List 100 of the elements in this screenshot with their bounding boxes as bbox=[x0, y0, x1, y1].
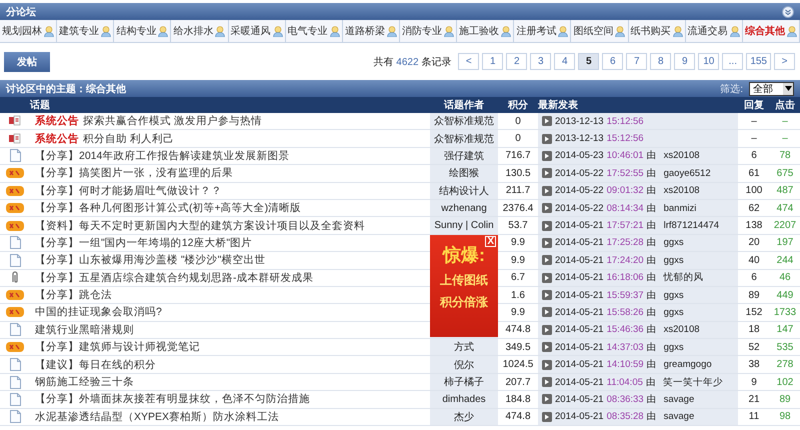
go-arrow-icon[interactable] bbox=[542, 134, 552, 144]
go-arrow-icon[interactable] bbox=[542, 168, 552, 178]
subforum-tab[interactable]: 图纸空间 bbox=[571, 20, 629, 42]
post-date: 2014-05-23 bbox=[555, 150, 604, 162]
go-arrow-icon[interactable] bbox=[542, 342, 552, 352]
page-link[interactable]: 6 bbox=[602, 53, 624, 70]
go-arrow-icon[interactable] bbox=[542, 272, 552, 283]
topic-link[interactable]: 水泥基渗透结晶型（XYPEX赛柏斯）防水涂料工法 bbox=[35, 410, 280, 424]
topic-link[interactable]: 【建议】每日在线的积分 bbox=[35, 358, 156, 372]
dropdown-arrow-icon bbox=[784, 86, 792, 91]
subforum-tab[interactable]: 施工验收 bbox=[457, 20, 514, 42]
subforum-tab[interactable]: 给水排水 bbox=[171, 20, 229, 42]
subforum-tab[interactable]: 电气专业 bbox=[286, 20, 343, 42]
go-arrow-icon[interactable] bbox=[542, 186, 552, 196]
page-link[interactable]: > bbox=[774, 53, 795, 70]
page-link[interactable]: 4 bbox=[554, 53, 576, 70]
topic-link[interactable]: 【分享】何时才能扬眉吐气做设计？？ bbox=[35, 184, 222, 198]
topic-link[interactable]: 【分享】一组"国内一年垮塌的12座大桥"图片 bbox=[35, 236, 252, 250]
topic-link[interactable]: 【分享】建筑师与设计师视觉笔记 bbox=[35, 340, 200, 354]
last-poster: ggxs bbox=[664, 254, 684, 266]
author-cell: 众智标准规范 bbox=[430, 113, 498, 130]
ad-text: 上传图纸 bbox=[440, 272, 488, 289]
go-arrow-icon[interactable] bbox=[542, 290, 552, 300]
topic-link[interactable]: 探索共赢合作模式 激发用户参与热情 bbox=[83, 114, 262, 128]
subforum-tab[interactable]: 结构专业 bbox=[114, 20, 172, 42]
reply-count: 20 bbox=[748, 237, 760, 248]
by-label: 由 bbox=[646, 288, 657, 302]
last-poster: xs20108 bbox=[664, 150, 700, 162]
topic-link[interactable]: 钢筋施工经验三十条 bbox=[35, 375, 134, 390]
subforum-tab[interactable]: 采暖通风 bbox=[228, 20, 286, 42]
go-arrow-icon[interactable] bbox=[542, 324, 552, 335]
page-link[interactable]: 155 bbox=[746, 53, 771, 70]
score-value: 474.8 bbox=[505, 411, 531, 422]
click-count: 78 bbox=[779, 150, 791, 162]
topic-link[interactable]: 建筑行业黑暗潜规则 bbox=[35, 322, 134, 337]
post-date: 2014-05-21 bbox=[555, 324, 604, 336]
page-link[interactable]: 3 bbox=[530, 53, 552, 70]
topic-link[interactable]: 【分享】搞笑图片一张，没有监理的后果 bbox=[35, 166, 233, 180]
topic-link[interactable]: 【分享】外墙面抹灰接茬有明显抹纹，色泽不匀防治措施 bbox=[35, 392, 310, 406]
topic-link[interactable]: 中国的挂证现象会取消吗? bbox=[35, 305, 162, 320]
go-arrow-icon[interactable] bbox=[542, 412, 552, 422]
filter-select[interactable]: 全部 bbox=[749, 82, 794, 96]
score-value: 207.7 bbox=[505, 376, 531, 388]
subforum-tab[interactable]: 消防专业 bbox=[400, 20, 458, 42]
subforum-tab[interactable]: 规划园林 bbox=[0, 20, 58, 42]
topic-link[interactable]: 积分自助 利人利己 bbox=[83, 132, 174, 146]
page-link[interactable]: 9 bbox=[674, 53, 696, 70]
topic-link[interactable]: 【资料】每天不定时更新国内大型的建筑方案设计项目以及全套资料 bbox=[35, 218, 365, 233]
page-link[interactable]: 10 bbox=[698, 53, 720, 70]
post-time: 14:37:03 bbox=[606, 342, 644, 353]
subforum-tab[interactable]: 纸书购买 bbox=[628, 20, 686, 42]
post-button[interactable]: 发帖 bbox=[4, 52, 50, 72]
go-arrow-icon[interactable] bbox=[542, 150, 552, 161]
topic-link[interactable]: 【分享】各种几何图形计算公式(初等+高等大全)清晰版 bbox=[35, 201, 302, 216]
go-arrow-icon[interactable] bbox=[542, 394, 552, 404]
go-arrow-icon[interactable] bbox=[542, 360, 552, 370]
go-arrow-icon[interactable] bbox=[542, 255, 552, 266]
score-value: 211.7 bbox=[506, 185, 530, 196]
last-poster: banmizi bbox=[664, 202, 696, 214]
post-time: 15:12:56 bbox=[606, 133, 644, 144]
reply-count: 11 bbox=[748, 411, 760, 422]
topic-link[interactable]: 【分享】山东被爆用海沙盖楼 "楼沙沙"横空出世 bbox=[35, 253, 266, 268]
subforum-tab[interactable]: 道路桥梁 bbox=[342, 20, 400, 42]
subforum-tab[interactable]: 综合其他 bbox=[742, 20, 800, 42]
topic-link[interactable]: 【分享】五星酒店综合建筑合约规划思路-成本群研发成果 bbox=[35, 270, 314, 285]
page-link[interactable]: 2 bbox=[506, 53, 528, 70]
go-arrow-icon[interactable] bbox=[542, 116, 552, 126]
collapse-icon[interactable] bbox=[782, 6, 794, 18]
last-poster: gaoye6512 bbox=[664, 168, 711, 179]
subforum-tab[interactable]: 建筑专业 bbox=[57, 20, 114, 42]
post-date: 2014-05-21 bbox=[555, 376, 604, 388]
author-cell: 强仔建筑 bbox=[430, 148, 498, 164]
hot-topic-icon bbox=[6, 341, 24, 354]
go-arrow-icon[interactable] bbox=[542, 238, 552, 248]
click-count: 102 bbox=[776, 376, 794, 388]
topic-link[interactable]: 【分享】跳仓法 bbox=[35, 288, 112, 302]
go-arrow-icon[interactable] bbox=[542, 377, 552, 388]
subforum-tab[interactable]: 注册考试 bbox=[514, 20, 572, 42]
reply-count: 138 bbox=[746, 220, 762, 232]
close-button[interactable]: X bbox=[485, 236, 496, 247]
page-link[interactable]: < bbox=[458, 53, 480, 70]
page-link[interactable]: 1 bbox=[482, 53, 504, 70]
reply-count: 6 bbox=[751, 272, 757, 284]
topic-link[interactable]: 【分享】2014年政府工作报告解读建筑业发展新图景 bbox=[35, 148, 290, 163]
by-label: 由 bbox=[646, 340, 657, 354]
last-poster: lrf871214474 bbox=[664, 220, 720, 232]
subforum-tab[interactable]: 流通交易 bbox=[686, 20, 743, 42]
go-arrow-icon[interactable] bbox=[542, 307, 552, 318]
page-link[interactable]: 5 bbox=[578, 53, 600, 70]
column-header: 点击 bbox=[774, 98, 796, 112]
page-link[interactable]: 7 bbox=[626, 53, 648, 70]
column-header: 话题 bbox=[30, 98, 51, 112]
document-icon bbox=[10, 236, 20, 250]
page-link[interactable]: 8 bbox=[650, 53, 672, 70]
go-arrow-icon[interactable] bbox=[542, 220, 552, 231]
score-value: 0 bbox=[515, 116, 521, 127]
filter-label: 筛选: bbox=[720, 82, 743, 96]
page-link[interactable]: ... bbox=[722, 53, 744, 70]
score-value: 2376.4 bbox=[502, 202, 534, 214]
go-arrow-icon[interactable] bbox=[542, 203, 552, 214]
